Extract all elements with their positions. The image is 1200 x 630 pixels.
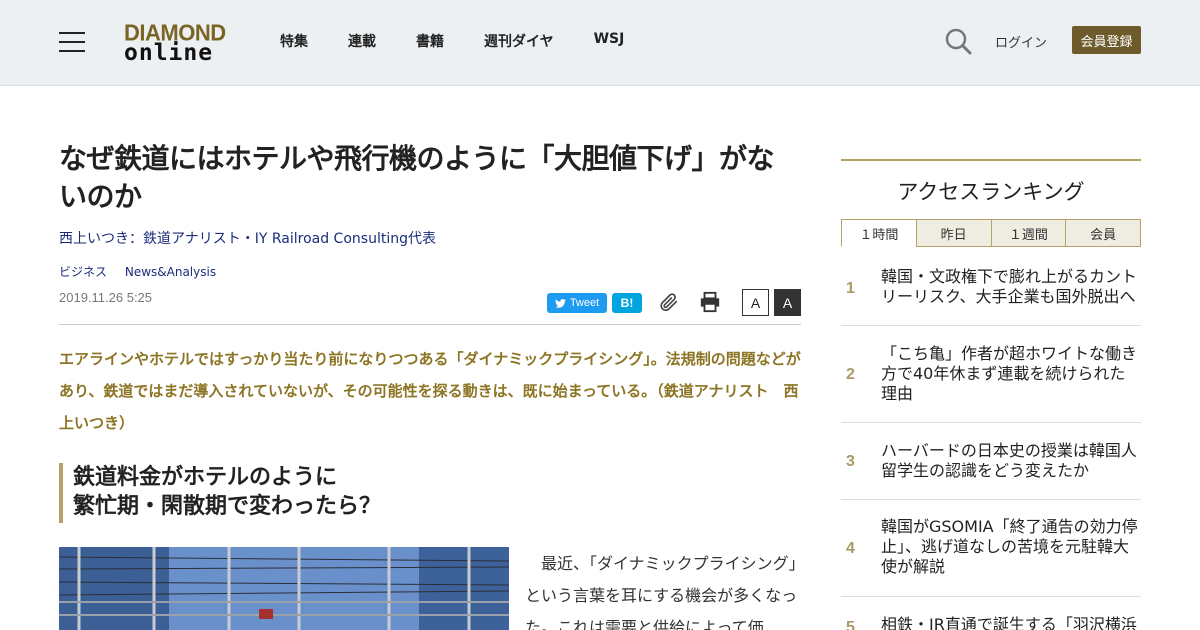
clip-icon[interactable] [658,291,680,313]
ranking-item[interactable]: 4 韓国がGSOMIA「終了通告の効力停止」、逃げ道なしの苦境を元駐韓大使が解説 [841,500,1141,597]
ranking-number: 4 [846,540,855,557]
ranking-text: 「こち亀」作者が超ホワイトな働き方で40年休まず連載を続けられた理由 [881,344,1138,403]
divider [59,324,801,325]
nav-item-weekly-diamond[interactable]: 週刊ダイヤ [484,31,554,51]
ranking-number: 2 [846,366,855,383]
tag-business[interactable]: ビジネス [59,265,107,279]
twitter-icon [554,298,566,308]
train-photo-illustration [59,547,509,630]
tab-members[interactable]: 会員 [1065,219,1141,247]
ranking-title: アクセスランキング [897,180,1085,204]
register-button[interactable]: 会員登録 [1072,26,1141,54]
article-body: 最近、「ダイナミックプライシング」という言葉を耳にする機会が多くなった。これは需… [525,554,798,630]
search-icon[interactable] [944,27,972,55]
ranking-item[interactable]: 3 ハーバードの日本史の授業は韓国人留学生の認識をどう変えたか [841,423,1141,500]
site-header: DIAMOND online 特集 連載 書籍 週刊ダイヤ WSJ ログイン 会… [0,0,1200,86]
section-heading-line2: 繁忙期・閑散期で変わったら？ [73,494,382,519]
tab-yesterday[interactable]: 昨日 [915,219,992,247]
hatena-bookmark-button[interactable]: B! [612,293,642,313]
tab-1hour[interactable]: １時間 [841,219,917,247]
site-logo[interactable]: DIAMOND online [124,19,228,66]
nav-item-feature[interactable]: 特集 [280,31,308,51]
nav-item-books[interactable]: 書籍 [416,31,444,51]
ranking-text: 韓国・文政権下で膨れ上がるカントリーリスク、大手企業も国外脱出へ [881,267,1138,306]
article-lead: エアラインやホテルではすっかり当たり前になりつつある「ダイナミックプライシング」… [59,350,801,432]
ranking-number: 1 [846,280,855,297]
print-icon[interactable] [699,291,721,313]
login-link[interactable]: ログイン [995,32,1047,51]
ranking-item[interactable]: 1 韓国・文政権下で膨れ上がるカントリーリスク、大手企業も国外脱出へ [841,257,1141,326]
ranking-text: 韓国がGSOMIA「終了通告の効力停止」、逃げ道なしの苦境を元駐韓大使が解説 [881,517,1138,576]
sidebar-divider [841,159,1141,161]
article-photo [59,547,509,630]
publish-date: 2019.11.26 5:25 [59,290,153,305]
ranking-text: ハーバードの日本史の授業は韓国人留学生の認識をどう変えたか [881,441,1137,480]
logo-bottom: online [124,40,214,66]
menu-icon[interactable] [59,32,85,52]
tweet-label: Tweet [569,297,600,309]
font-size-small-button[interactable]: A [742,289,769,316]
ranking-item[interactable]: 2 「こち亀」作者が超ホワイトな働き方で40年休まず連載を続けられた理由 [841,326,1141,423]
ranking-tabs: １時間 昨日 １週間 会員 [841,219,1141,247]
article-tags: ビジネス News&Analysis [59,263,230,280]
font-size-large-button[interactable]: A [774,289,801,316]
tweet-button[interactable]: Tweet [547,293,607,313]
section-heading-line1: 鉄道料金がホテルのように [73,465,338,490]
ranking-text: 相鉄・JR直通で誕生する「羽沢横浜 [881,615,1137,630]
main-nav: 特集 連載 書籍 週刊ダイヤ WSJ [280,31,664,51]
tag-news-analysis[interactable]: News&Analysis [125,265,216,279]
author-link[interactable]: 西上いつき：鉄道アナリスト・IY Railroad Consulting代表 [59,228,436,248]
nav-item-wsj[interactable]: WSJ [594,31,625,51]
section-heading: 鉄道料金がホテルのように 繁忙期・閑散期で変わったら？ [59,463,801,523]
tab-1week[interactable]: １週間 [990,219,1067,247]
ranking-number: 5 [846,619,855,630]
ranking-number: 3 [846,453,855,470]
ranking-item[interactable]: 5 相鉄・JR直通で誕生する「羽沢横浜 [841,597,1141,630]
article-title: なぜ鉄道にはホテルや飛行機のように「大胆値下げ」がないのか [59,142,775,213]
nav-item-series[interactable]: 連載 [348,31,376,51]
